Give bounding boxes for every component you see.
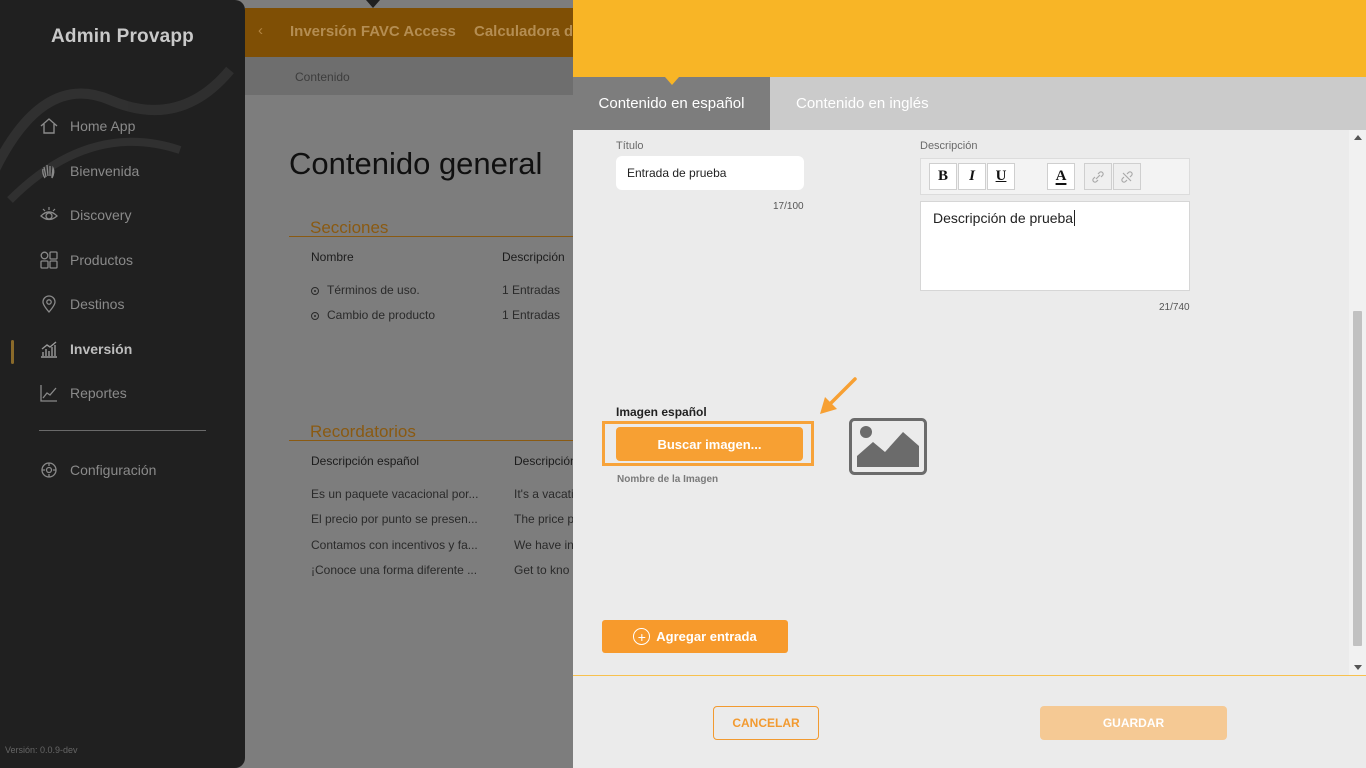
- pointer-arrow-icon: [820, 377, 857, 414]
- gear-icon: [38, 459, 60, 481]
- description-editor[interactable]: Descripción de prueba: [920, 201, 1190, 291]
- location-pin-icon: [38, 293, 60, 315]
- section-title-secciones: Secciones: [310, 218, 389, 237]
- sidebar: Admin Provapp Home App Bienvenida Discov…: [0, 0, 245, 768]
- page-title: Contenido general: [289, 146, 543, 181]
- back-chevron-icon[interactable]: ‹: [258, 22, 263, 39]
- column-header: Descripción español: [311, 454, 420, 468]
- column-header: Descripción: [502, 250, 565, 264]
- home-icon: [38, 115, 60, 137]
- column-header: Descripción: [514, 454, 577, 468]
- nav-item-bienvenida[interactable]: Bienvenida: [38, 159, 139, 183]
- title-label: Título: [616, 140, 644, 152]
- section-title-recordatorios: Recordatorios: [310, 422, 416, 441]
- table-row[interactable]: ¡Conoce una forma diferente ...: [311, 563, 477, 577]
- cancel-button[interactable]: CANCELAR: [713, 706, 819, 740]
- app-title: Admin Provapp: [50, 26, 194, 47]
- background-tab-inversion[interactable]: Inversión FAVC Access: [290, 23, 456, 40]
- nav-item-reportes[interactable]: Reportes: [38, 381, 127, 405]
- nav-label: Reportes: [70, 385, 127, 401]
- nav-divider: [39, 430, 206, 431]
- nav-label: Destinos: [70, 296, 125, 312]
- section-divider: [289, 236, 575, 237]
- search-image-button[interactable]: Buscar imagen...: [616, 427, 803, 461]
- language-tabbar: Contenido en español Contenido en inglés: [573, 77, 1366, 130]
- nav-item-productos[interactable]: Productos: [38, 248, 133, 272]
- bold-button[interactable]: B: [929, 163, 957, 190]
- panel-scrollbar[interactable]: [1349, 130, 1366, 675]
- save-button[interactable]: GUARDAR: [1040, 706, 1227, 740]
- nav-label: Inversión: [70, 341, 133, 357]
- nav-label: Bienvenida: [70, 163, 140, 179]
- image-spanish-label: Imagen español: [616, 405, 707, 419]
- add-entry-label: Agregar entrada: [656, 629, 757, 644]
- description-value: Descripción de prueba: [933, 210, 1074, 226]
- table-row[interactable]: El precio por punto se presen...: [311, 512, 478, 526]
- nav-item-destinos[interactable]: Destinos: [38, 292, 124, 316]
- bar-chart-icon: [38, 338, 60, 360]
- table-cell: 1 Entradas: [502, 308, 561, 322]
- table-cell: It's a vacati: [514, 487, 573, 501]
- table-cell: 1 Entradas: [502, 283, 561, 297]
- nav-label: Discovery: [70, 207, 132, 223]
- radio-icon: [311, 312, 319, 320]
- text-color-button[interactable]: A: [1047, 163, 1075, 190]
- table-row[interactable]: Términos de uso.: [311, 283, 420, 297]
- edit-entry-panel: Contenido en español Contenido en inglés…: [573, 0, 1366, 768]
- link-icon[interactable]: [1084, 163, 1112, 190]
- nav-item-inversion[interactable]: Inversión: [38, 337, 132, 361]
- unlink-icon[interactable]: [1113, 163, 1141, 190]
- italic-button[interactable]: I: [958, 163, 986, 190]
- nav-item-configuracion[interactable]: Configuración: [38, 458, 156, 482]
- column-header: Nombre: [311, 250, 354, 264]
- tab-contenido-ingles[interactable]: Contenido en inglés: [796, 77, 929, 130]
- version-text: Versión: 0.0.9-dev: [5, 745, 78, 755]
- scroll-thumb[interactable]: [1353, 311, 1362, 646]
- nav-label: Home App: [70, 118, 136, 134]
- background-tab-caret: [366, 0, 380, 8]
- description-label: Descripción: [920, 140, 978, 152]
- table-row[interactable]: Cambio de producto: [311, 308, 435, 322]
- text-caret: [1074, 210, 1076, 226]
- active-nav-marker: [11, 340, 14, 364]
- panel-footer: CANCELAR GUARDAR: [573, 675, 1366, 768]
- rich-text-toolbar: B I U A: [920, 158, 1190, 195]
- plus-circle-icon: +: [633, 628, 651, 645]
- table-cell: The price p: [514, 512, 573, 526]
- active-tab-caret: [665, 77, 679, 85]
- table-row[interactable]: Contamos con incentivos y fa...: [311, 538, 478, 552]
- nav-item-home-app[interactable]: Home App: [38, 114, 135, 138]
- eye-icon: [38, 204, 60, 226]
- nav-item-discovery[interactable]: Discovery: [38, 203, 131, 227]
- panel-header: [573, 0, 1366, 77]
- image-placeholder-icon: [849, 418, 927, 475]
- title-counter: 17/100: [773, 201, 804, 212]
- grid-icon: [38, 249, 60, 271]
- section-divider: [289, 440, 575, 441]
- scroll-up-icon[interactable]: [1354, 135, 1362, 140]
- title-input[interactable]: Entrada de prueba: [616, 156, 804, 190]
- add-entry-button[interactable]: + Agregar entrada: [602, 620, 788, 653]
- underline-button[interactable]: U: [987, 163, 1015, 190]
- table-row[interactable]: Es un paquete vacacional por...: [311, 487, 478, 501]
- line-chart-icon: [38, 382, 60, 404]
- scroll-down-icon[interactable]: [1354, 665, 1362, 670]
- wave-hand-icon: [38, 160, 60, 182]
- nav-label: Configuración: [70, 462, 157, 478]
- radio-icon: [311, 287, 319, 295]
- description-counter: 21/740: [1159, 302, 1190, 313]
- title-value: Entrada de prueba: [627, 166, 727, 180]
- table-cell: Get to kno: [514, 563, 570, 577]
- background-tab-calculadora[interactable]: Calculadora de: [474, 23, 572, 40]
- breadcrumb: Contenido: [295, 70, 350, 84]
- table-cell: We have in: [514, 538, 573, 552]
- image-name-label: Nombre de la Imagen: [617, 474, 719, 485]
- nav-label: Productos: [70, 252, 134, 268]
